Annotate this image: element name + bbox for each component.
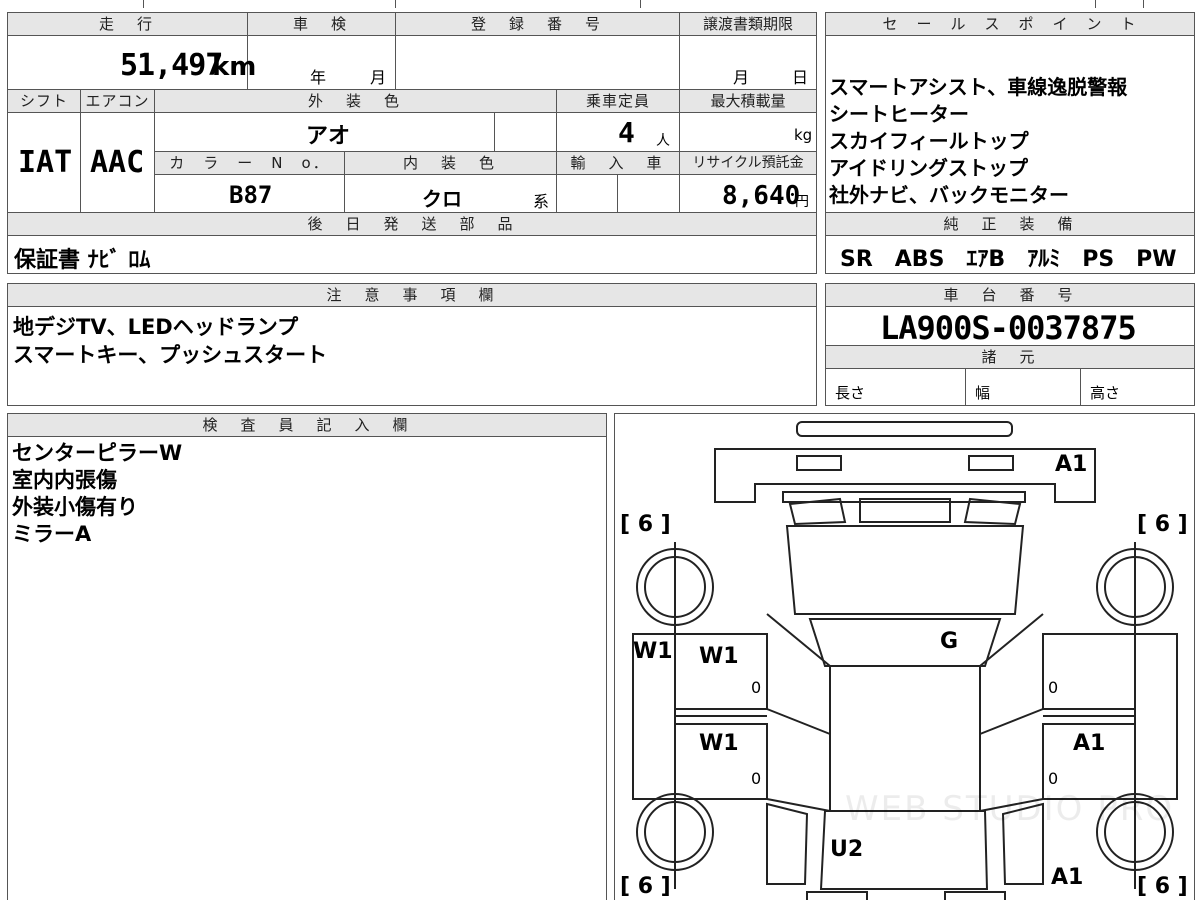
front-fender-left [766, 802, 809, 885]
diagram-watermark: WEB STUDIO PRO [845, 789, 1175, 829]
spec-width: 幅 [975, 384, 991, 402]
exterior-color-header: 外 装 色 [154, 89, 557, 113]
rear-bumper-outline [796, 421, 1013, 437]
roof-outline [785, 525, 1025, 615]
mark-left-rear-door: W1 [699, 644, 739, 669]
exterior-color-value: アオ [306, 124, 351, 149]
zero-left-rear: 0 [751, 678, 762, 697]
roof-center [808, 618, 1002, 667]
mark-left-front-door: W1 [699, 731, 739, 756]
rear-light-left [796, 455, 842, 471]
later-parts-value: 保証書 ﾅﾋﾞ ﾛﾑ [14, 248, 151, 273]
note-line: 地デジTV、LEDヘッドランプ [13, 315, 299, 339]
mark-right-front-door: A1 [1073, 731, 1106, 756]
front-bumper-right [944, 891, 1006, 900]
mark-tire-bottom-right: [ 6 ] [1137, 874, 1188, 899]
sales-points-list: スマートアシスト、車線逸脱警報 シートヒーター スカイフィールトップ アイドリン… [829, 74, 1127, 209]
inspector-line: センターピラーW [12, 441, 183, 465]
chassis-number: LA900S-0037875 [880, 309, 1137, 347]
capacity-header: 乗車定員 [556, 89, 680, 113]
rear-light-right [968, 455, 1014, 471]
color-no-header: カ ラ ー N o． [154, 151, 345, 175]
mark-front-right: A1 [1051, 865, 1084, 890]
interior-color-header: 内 装 色 [344, 151, 557, 175]
sales-point-line: スカイフィールトップ [829, 129, 1029, 153]
mileage-header: 走 行 [7, 12, 248, 36]
shift-header: シフト [7, 89, 81, 113]
top-clipped-strip [0, 0, 1200, 8]
right-sill [1134, 633, 1178, 800]
sales-point-line: アイドリングストップ [829, 156, 1028, 180]
zero-right-front: 0 [1048, 769, 1059, 788]
zero-right-rear: 0 [1048, 678, 1059, 697]
spec-length: 長さ [835, 384, 866, 402]
inspection-year: 年 [310, 68, 327, 87]
sales-point-line: 社外ナビ、バックモニター [829, 183, 1069, 207]
inspector-line: 室内内張傷 [12, 468, 117, 492]
pillar-right [979, 613, 1044, 812]
recycle-unit: 円 [795, 194, 809, 210]
inspector-header: 検 査 員 記 入 欄 [7, 413, 607, 437]
right-rear-door [1042, 633, 1136, 710]
inspector-line: ミラーA [12, 522, 92, 546]
inspector-line: 外装小傷有り [12, 495, 138, 519]
later-parts-header: 後 日 発 送 部 品 [7, 212, 817, 236]
sales-point-line: スマートアシスト、車線逸脱警報 [829, 75, 1128, 99]
mileage-unit: km [212, 52, 257, 82]
shift-value: IAT [18, 145, 73, 180]
interior-color-suffix: 系 [533, 192, 550, 211]
recycle-header: リサイクル預託金 [679, 151, 817, 175]
max-load-header: 最大積載量 [679, 89, 817, 113]
sales-point-line: シートヒーター [829, 102, 969, 126]
capacity-value: 4 [618, 116, 635, 149]
factory-equipment-header: 純 正 装 備 [825, 212, 1195, 236]
deadline-month: 月 [733, 68, 750, 87]
chassis-header: 車 台 番 号 [825, 283, 1195, 307]
inspection-month: 月 [370, 68, 387, 87]
max-load-unit: kg [794, 126, 813, 144]
rear-outline [714, 448, 1096, 503]
mark-left-side: W1 [633, 639, 673, 664]
sales-points-header: セ ー ル ス ポ イ ン ト [825, 12, 1195, 36]
mark-tire-top-left: [ 6 ] [620, 512, 671, 537]
zero-left-front: 0 [751, 769, 762, 788]
notes-list: 地デジTV、LEDヘッドランプ スマートキー、プッシュスタート [13, 313, 327, 369]
front-bumper-left [806, 891, 868, 900]
mileage-value: 51,497 [120, 48, 223, 83]
factory-equipment-value: SR ABS ｴｱB ｱﾙﾐ PS PW [840, 247, 1177, 272]
notes-header: 注 意 事 項 欄 [7, 283, 817, 307]
registration-header: 登 録 番 号 [395, 12, 680, 36]
import-header: 輸 入 車 [556, 151, 680, 175]
mark-roof: G [940, 629, 959, 654]
mark-tire-bottom-left: [ 6 ] [620, 874, 671, 899]
inspection-header: 車 検 [247, 12, 396, 36]
specs-header: 諸 元 [825, 345, 1195, 369]
mark-tire-top-right: [ 6 ] [1137, 512, 1188, 537]
aircon-value: AAC [90, 145, 145, 180]
color-no-value: B87 [229, 181, 273, 209]
car-diagram-block: WEB STUDIO PRO A1 [ 6 ] [ 6 ] [ 6 ] [ 6 … [614, 413, 1195, 900]
spec-height: 高さ [1090, 384, 1121, 402]
note-line: スマートキー、プッシュスタート [13, 343, 328, 367]
capacity-unit: 人 [656, 133, 670, 149]
transfer-deadline-header: 譲渡書類期限 [679, 12, 817, 36]
recycle-value: 8,640 [722, 181, 801, 211]
interior-color-value: クロ [422, 187, 462, 211]
aircon-header: エアコン [80, 89, 155, 113]
mark-rear-right: A1 [1055, 452, 1088, 477]
inspector-list: センターピラーW 室内内張傷 外装小傷有り ミラーA [12, 440, 182, 548]
deadline-day: 日 [792, 68, 809, 87]
pillar-left [766, 613, 831, 812]
mark-hood: U2 [830, 837, 864, 862]
